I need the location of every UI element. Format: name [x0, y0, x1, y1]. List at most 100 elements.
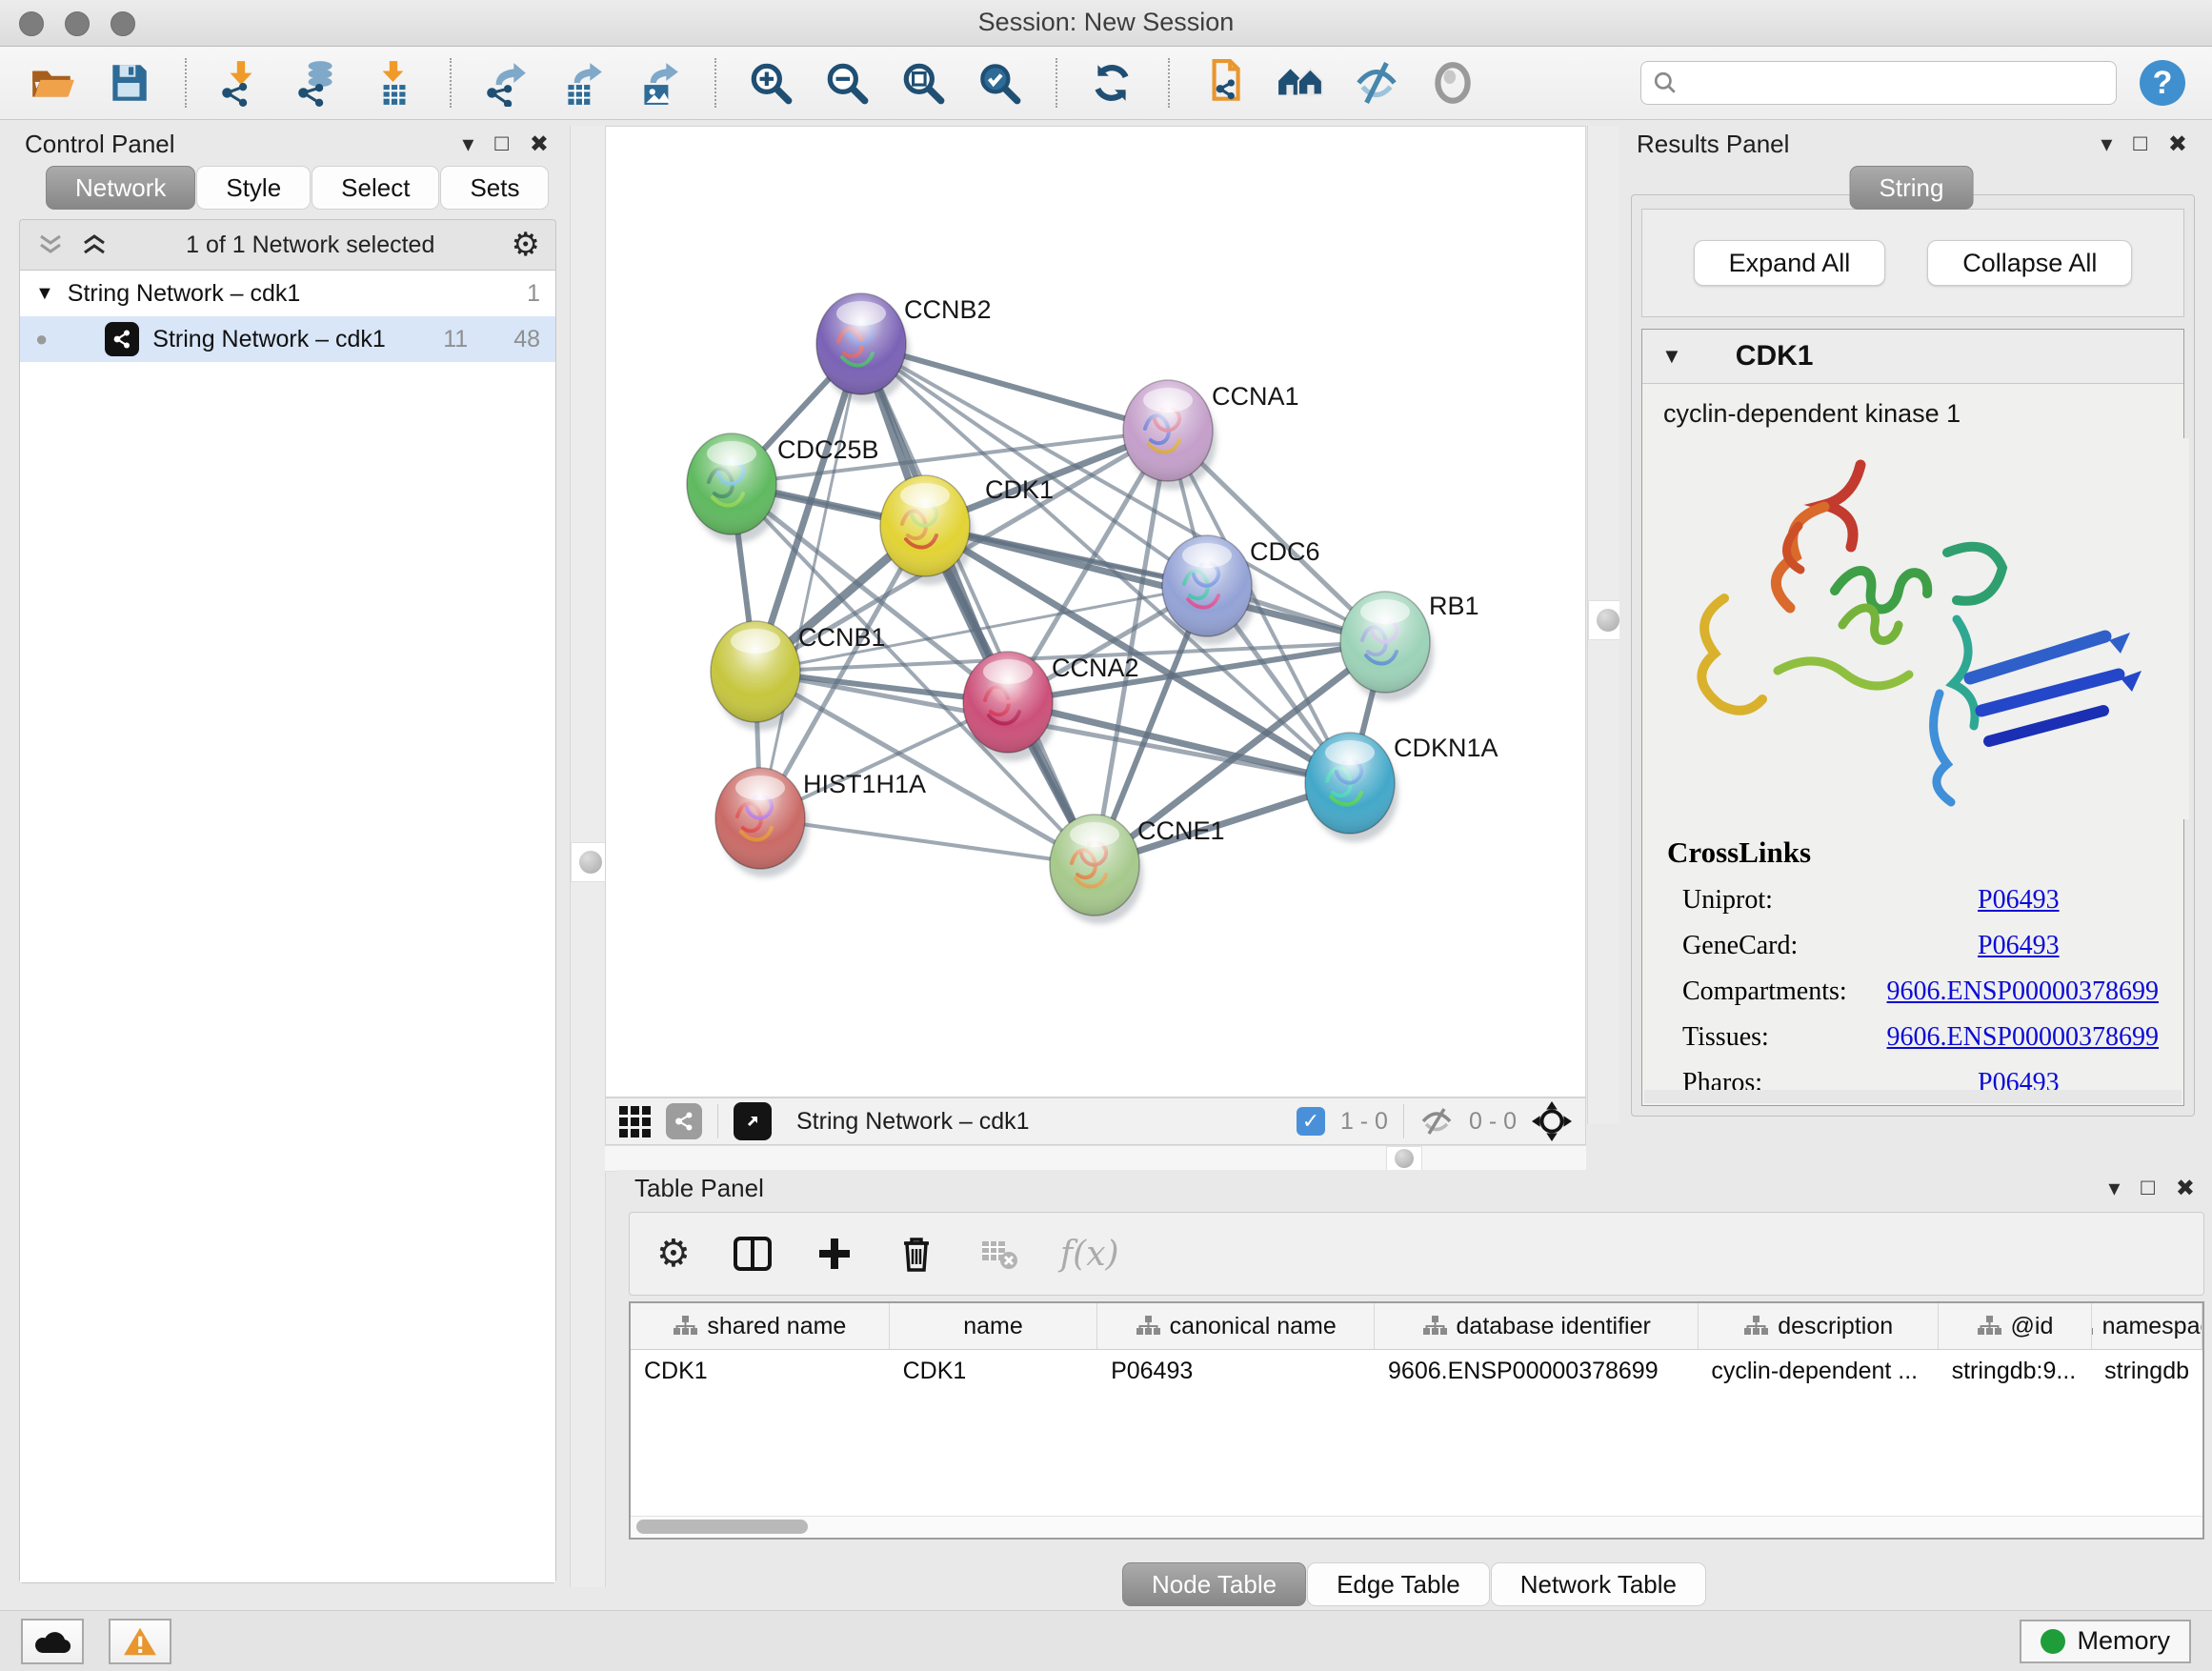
entry-collapse-icon[interactable]: ▼: [1661, 344, 1682, 369]
table-row[interactable]: CDK1CDK1P064939606.ENSP00000378699cyclin…: [631, 1350, 2202, 1394]
network-share-icon[interactable]: [666, 1103, 702, 1139]
warnings-button[interactable]: [109, 1619, 171, 1664]
import-network-file-button[interactable]: [215, 56, 269, 110]
search-box: [1640, 61, 2117, 105]
import-network-database-button[interactable]: [292, 56, 345, 110]
table-horizontal-scrollbar[interactable]: [631, 1516, 2202, 1538]
zoom-out-button[interactable]: [821, 56, 875, 110]
network-row[interactable]: ● String Network – cdk1 11 48: [20, 316, 555, 362]
zoom-fit-button[interactable]: [897, 56, 951, 110]
float-panel-icon[interactable]: □: [2141, 1175, 2155, 1201]
add-column-icon[interactable]: [814, 1234, 855, 1274]
tab-network-table[interactable]: Network Table: [1491, 1562, 1706, 1606]
column-header-sharedname[interactable]: shared name: [631, 1303, 890, 1349]
node-label-CDKN1A: CDKN1A: [1394, 734, 1498, 762]
edge-CCNB2-HIST1H1A[interactable]: [760, 344, 861, 818]
tab-node-table[interactable]: Node Table: [1122, 1562, 1306, 1606]
close-panel-icon[interactable]: ✖: [530, 131, 549, 158]
node-CCNB2[interactable]: CCNB2: [816, 293, 992, 403]
node-RB1[interactable]: RB1: [1340, 592, 1479, 701]
table-cell[interactable]: stringdb: [2091, 1350, 2202, 1394]
zoom-selected-button[interactable]: [974, 56, 1027, 110]
column-header-canonicalname[interactable]: canonical name: [1097, 1303, 1375, 1349]
tab-sets[interactable]: Sets: [440, 166, 549, 210]
network-options-gear-icon[interactable]: ⚙: [512, 226, 540, 264]
close-panel-icon[interactable]: ✖: [2176, 1175, 2195, 1202]
close-panel-icon[interactable]: ✖: [2168, 131, 2187, 158]
selected-items-checkbox[interactable]: ✓: [1297, 1107, 1325, 1136]
node-CDKN1A[interactable]: CDKN1A: [1305, 733, 1498, 842]
collapse-all-networks-icon[interactable]: [35, 232, 66, 257]
show-results-panel-button[interactable]: [1427, 56, 1480, 110]
network-graph[interactable]: CCNB2CCNA1CDC25BCDK1CDC6RB1CCNB1CCNA2CDK…: [606, 127, 1585, 1097]
tab-style[interactable]: Style: [196, 166, 311, 210]
column-header-description[interactable]: description: [1699, 1303, 1939, 1349]
collapse-all-button[interactable]: Collapse All: [1927, 240, 2132, 286]
float-panel-icon[interactable]: □: [2133, 131, 2147, 157]
panel-menu-icon[interactable]: ▾: [2101, 131, 2112, 158]
apply-layout-button[interactable]: [1086, 56, 1139, 110]
column-header-databaseidentifier[interactable]: database identifier: [1375, 1303, 1699, 1349]
export-table-button[interactable]: [556, 56, 610, 110]
results-tab-string[interactable]: String: [1850, 166, 1975, 210]
node-HIST1H1A[interactable]: HIST1H1A: [715, 768, 926, 877]
table-tabs: Node TableEdge TableNetwork Table: [617, 1562, 2212, 1606]
tab-edge-table[interactable]: Edge Table: [1307, 1562, 1490, 1606]
expand-all-networks-icon[interactable]: [79, 232, 110, 257]
open-session-button[interactable]: [27, 56, 80, 110]
save-session-button[interactable]: [103, 56, 156, 110]
horizontal-splitter[interactable]: [605, 1145, 1586, 1172]
crosslink-link[interactable]: 9606.ENSP00000378699: [1887, 976, 2159, 1007]
detach-view-icon[interactable]: [734, 1102, 772, 1140]
crosslink-link[interactable]: P06493: [1978, 931, 2060, 961]
table-header-row: shared namenamecanonical namedatabase id…: [631, 1303, 2202, 1350]
import-table-file-button[interactable]: [368, 56, 421, 110]
search-input[interactable]: [1685, 69, 2104, 97]
column-header-id[interactable]: @id: [1939, 1303, 2091, 1349]
collection-expand-icon[interactable]: ▼: [35, 283, 54, 305]
fit-selected-crosshair-icon[interactable]: [1532, 1101, 1572, 1141]
gene-entry-header[interactable]: ▼ CDK1: [1642, 330, 2183, 384]
node-CDK1[interactable]: CDK1: [880, 475, 1054, 585]
network-canvas[interactable]: CCNB2CCNA1CDC25BCDK1CDC6RB1CCNB1CCNA2CDK…: [605, 126, 1586, 1097]
tab-network[interactable]: Network: [46, 166, 195, 210]
table-cell[interactable]: 9606.ENSP00000378699: [1375, 1350, 1698, 1394]
share-file-button[interactable]: [1198, 56, 1252, 110]
tab-select[interactable]: Select: [312, 166, 439, 210]
panel-menu-icon[interactable]: ▾: [2108, 1175, 2120, 1202]
edge-HIST1H1A-CCNE1[interactable]: [760, 818, 1095, 865]
table-cell[interactable]: P06493: [1097, 1350, 1375, 1394]
node-CCNB1[interactable]: CCNB1: [711, 621, 886, 731]
table-options-gear-icon[interactable]: ⚙: [656, 1232, 691, 1276]
node-CCNE1[interactable]: CCNE1: [1050, 815, 1225, 924]
scrollbar-thumb[interactable]: [636, 1520, 808, 1534]
panel-menu-icon[interactable]: ▾: [462, 131, 473, 158]
control-panel: Control Panel ▾ □ ✖ NetworkStyleSelectSe…: [8, 126, 566, 1587]
help-button[interactable]: ?: [2140, 60, 2185, 106]
birdseye-view-icon[interactable]: [619, 1106, 651, 1137]
column-header-name[interactable]: name: [890, 1303, 1097, 1349]
hide-results-panel-button[interactable]: [1351, 56, 1404, 110]
zoom-in-button[interactable]: [745, 56, 798, 110]
export-network-button[interactable]: [480, 56, 533, 110]
table-cell[interactable]: CDK1: [890, 1350, 1097, 1394]
table-cell[interactable]: CDK1: [631, 1350, 890, 1394]
float-panel-icon[interactable]: □: [494, 131, 509, 157]
memory-button[interactable]: Memory: [2020, 1620, 2191, 1663]
expand-all-button[interactable]: Expand All: [1694, 240, 1886, 286]
string-home-button[interactable]: [1275, 56, 1328, 110]
export-image-button[interactable]: [633, 56, 686, 110]
vertical-splitter-right[interactable]: [1587, 126, 1620, 1124]
column-header-namespace[interactable]: namespace: [2092, 1303, 2202, 1349]
show-columns-icon[interactable]: [733, 1234, 773, 1274]
crosslink-link[interactable]: 9606.ENSP00000378699: [1887, 1022, 2159, 1053]
table-cell[interactable]: stringdb:9...: [1939, 1350, 2091, 1394]
splitter-handle[interactable]: [1386, 1146, 1422, 1171]
crosslink-link[interactable]: P06493: [1978, 885, 2060, 916]
results-horizontal-scrollbar[interactable]: [1644, 1090, 2182, 1103]
network-collection-row[interactable]: ▼ String Network – cdk1 1: [20, 271, 555, 316]
cloud-status-button[interactable]: [21, 1619, 84, 1664]
delete-column-icon[interactable]: [896, 1234, 936, 1274]
table-cell[interactable]: cyclin-dependent ...: [1698, 1350, 1938, 1394]
vertical-splitter-left[interactable]: [570, 126, 606, 1587]
